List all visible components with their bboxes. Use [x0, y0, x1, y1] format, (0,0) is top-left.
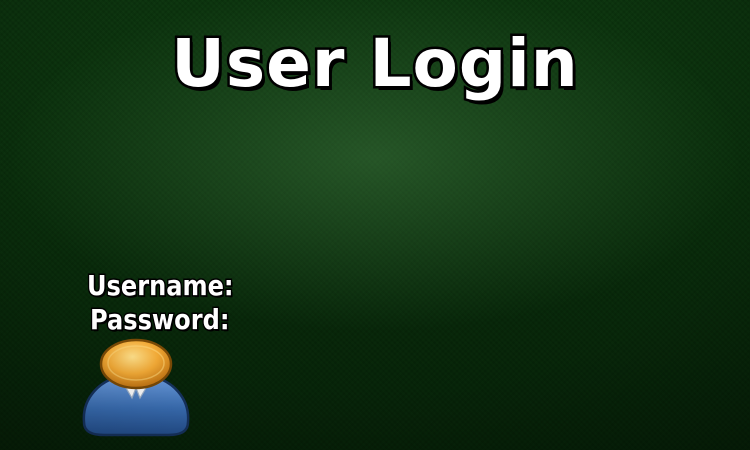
username-label: Username:	[86, 269, 235, 302]
password-label: Password:	[89, 303, 231, 336]
page-title: User Login	[169, 25, 580, 102]
login-screen: User Login Username: Password:	[0, 0, 750, 450]
user-avatar-icon	[82, 338, 190, 437]
